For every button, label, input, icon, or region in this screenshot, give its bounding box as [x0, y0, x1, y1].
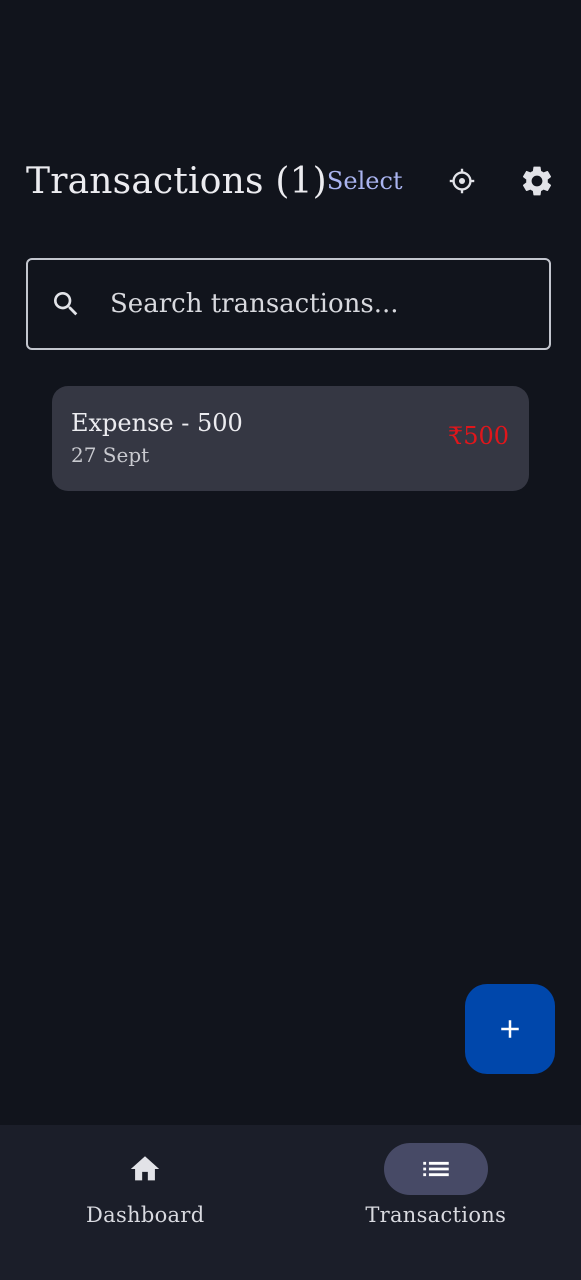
gear-icon — [522, 166, 552, 196]
filter-button[interactable] — [447, 163, 477, 199]
target-icon — [449, 168, 475, 194]
search-icon — [48, 286, 84, 322]
search-input[interactable] — [110, 289, 533, 319]
add-transaction-button[interactable] — [465, 984, 555, 1074]
search-bar[interactable] — [26, 258, 551, 350]
transaction-amount: ₹500 — [447, 422, 509, 450]
nav-pill-dashboard — [93, 1143, 197, 1195]
list-icon — [423, 1161, 449, 1177]
transactions-screen: Transactions (1) Select Expen — [0, 0, 581, 1280]
nav-item-dashboard[interactable]: Dashboard — [0, 1125, 291, 1280]
nav-label-dashboard: Dashboard — [86, 1203, 205, 1227]
nav-item-transactions[interactable]: Transactions — [291, 1125, 581, 1280]
plus-icon — [501, 1020, 519, 1038]
settings-button[interactable] — [519, 163, 555, 199]
select-button[interactable]: Select — [327, 167, 403, 195]
transaction-title: Expense - 500 — [71, 409, 243, 437]
home-icon — [131, 1156, 160, 1181]
transaction-card[interactable]: Expense - 500 27 Sept ₹500 — [52, 386, 529, 491]
page-title: Transactions (1) — [26, 160, 327, 202]
nav-pill-transactions — [383, 1143, 488, 1195]
nav-label-transactions: Transactions — [365, 1203, 507, 1227]
bottom-navigation: Dashboard Transactions — [0, 1125, 581, 1280]
header: Transactions (1) Select — [26, 150, 555, 212]
transaction-date: 27 Sept — [71, 443, 150, 467]
